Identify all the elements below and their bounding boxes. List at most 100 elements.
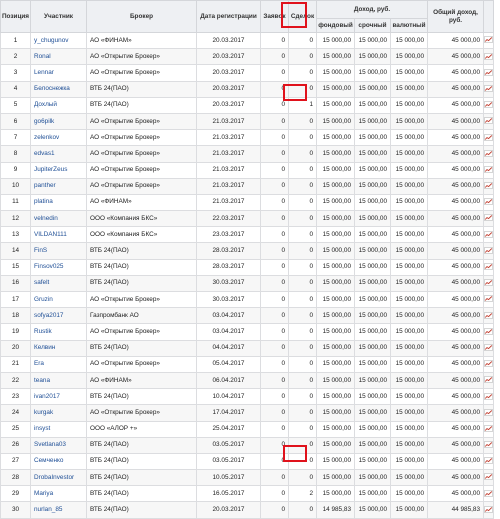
col-income-group: Доход, руб. xyxy=(315,0,429,19)
chart-icon[interactable] xyxy=(483,371,495,390)
col-stock[interactable]: фондовый xyxy=(316,18,355,33)
chart-icon[interactable] xyxy=(483,31,495,50)
chart-icon[interactable] xyxy=(483,161,495,179)
chart-icon[interactable] xyxy=(483,145,495,163)
cell-deals: 0 xyxy=(288,48,317,66)
participant-link[interactable]: Finsov025 xyxy=(30,258,87,276)
table-row: 24 kurgak АО «Открытие Брокер» 17.04.2017 0 0… xyxy=(0,404,495,422)
cell-orders: 0 xyxy=(260,129,289,147)
chart-icon[interactable] xyxy=(483,307,495,325)
cell-orders: 0 xyxy=(260,258,289,276)
chart-icon[interactable] xyxy=(483,274,495,293)
cell-orders: 0 xyxy=(260,404,289,422)
chart-icon[interactable] xyxy=(483,452,495,471)
chart-icon[interactable] xyxy=(483,48,495,66)
participant-link[interactable]: insyst xyxy=(30,420,87,438)
chart-icon[interactable] xyxy=(483,64,495,82)
participant-link[interactable]: Svetlana03 xyxy=(30,436,87,454)
participant-link[interactable]: y_chugunov xyxy=(30,31,87,50)
cell-reg-date: 03.05.2017 xyxy=(196,452,261,471)
participant-link[interactable]: panther xyxy=(30,177,87,195)
cell-total: 45 000,00 xyxy=(427,339,485,357)
col-orders[interactable]: Заявок xyxy=(260,0,289,33)
participant-link[interactable]: Gruzin xyxy=(30,290,87,309)
chart-icon[interactable] xyxy=(483,210,495,228)
chart-icon[interactable] xyxy=(483,355,495,373)
cell-futures: 15 000,00 xyxy=(354,129,391,147)
chart-icon[interactable] xyxy=(483,436,495,454)
cell-futures: 15 000,00 xyxy=(354,323,391,341)
chart-icon[interactable] xyxy=(483,258,495,276)
cell-total: 45 000,00 xyxy=(427,436,485,454)
chart-icon[interactable] xyxy=(483,485,495,503)
participant-link[interactable]: Белоснежка xyxy=(30,80,87,98)
col-currency[interactable]: валютный xyxy=(389,18,429,33)
participant-link[interactable]: Era xyxy=(30,355,87,373)
participant-link[interactable]: sofya2017 xyxy=(30,307,87,325)
chart-icon[interactable] xyxy=(483,420,495,438)
participant-link[interactable]: JupiterZeus xyxy=(30,161,87,179)
participant-link[interactable]: Дохлый xyxy=(30,96,87,114)
cell-deals: 0 xyxy=(288,307,317,325)
participant-link[interactable]: go6pilk xyxy=(30,112,87,131)
chart-icon[interactable] xyxy=(483,290,495,309)
cell-orders: 0 xyxy=(260,31,289,50)
cell-broker: ВТБ 24(ПАО) xyxy=(86,242,197,260)
participant-link[interactable]: Lennar xyxy=(30,64,87,82)
col-total[interactable]: Общий доход, руб. xyxy=(427,0,485,33)
participant-link[interactable]: Rustik xyxy=(30,323,87,341)
cell-position: 21 xyxy=(0,355,31,373)
participant-link[interactable]: Келвин xyxy=(30,339,87,357)
cell-broker: АО «Открытие Брокер» xyxy=(86,145,197,163)
chart-icon[interactable] xyxy=(483,323,495,341)
participant-link[interactable]: DrobaInvestor xyxy=(30,469,87,487)
chart-icon[interactable] xyxy=(483,96,495,114)
participant-link[interactable]: ivan2017 xyxy=(30,388,87,406)
cell-position: 11 xyxy=(0,193,31,212)
chart-icon[interactable] xyxy=(483,501,495,519)
col-position[interactable]: Позиция xyxy=(0,0,31,33)
participant-link[interactable]: platina xyxy=(30,193,87,212)
participant-link[interactable]: Mariya xyxy=(30,485,87,503)
cell-stock: 15 000,00 xyxy=(316,161,355,179)
chart-icon[interactable] xyxy=(483,177,495,195)
chart-icon[interactable] xyxy=(483,469,495,487)
col-deals[interactable]: Сделок xyxy=(288,0,317,33)
col-participant[interactable]: Участник xyxy=(30,0,87,33)
participant-link[interactable]: VILDAN111 xyxy=(30,226,87,244)
participant-link[interactable]: velnedin xyxy=(30,210,87,228)
participant-link[interactable]: kurgak xyxy=(30,404,87,422)
cell-orders: 0 xyxy=(260,64,289,82)
chart-icon[interactable] xyxy=(483,388,495,406)
participant-link[interactable]: Ronal xyxy=(30,48,87,66)
table-row: 11 platina АО «ФИНАМ» 21.03.2017 0 0 15 000,00… xyxy=(0,193,495,212)
chart-icon[interactable] xyxy=(483,242,495,260)
table-row: 4 Белоснежка ВТБ 24(ПАО) 20.03.2017 0 0 15 000… xyxy=(0,80,495,98)
cell-reg-date: 30.03.2017 xyxy=(196,274,261,293)
cell-broker: ВТБ 24(ПАО) xyxy=(86,96,197,114)
participant-link[interactable]: nurlan_85 xyxy=(30,501,87,519)
cell-position: 12 xyxy=(0,210,31,228)
cell-stock: 15 000,00 xyxy=(316,307,355,325)
participant-link[interactable]: Семченко xyxy=(30,452,87,471)
cell-broker: АО «Открытие Брокер» xyxy=(86,48,197,66)
chart-icon[interactable] xyxy=(483,193,495,212)
table-row: 27 Семченко ВТБ 24(ПАО) 03.05.2017 0 0 15 000,… xyxy=(0,452,495,471)
cell-total: 45 000,00 xyxy=(427,193,485,212)
participant-link[interactable]: zelenkov xyxy=(30,129,87,147)
participant-link[interactable]: FinS xyxy=(30,242,87,260)
chart-icon[interactable] xyxy=(483,80,495,98)
chart-icon[interactable] xyxy=(483,129,495,147)
chart-icon[interactable] xyxy=(483,226,495,244)
col-futures[interactable]: срочный xyxy=(354,18,391,33)
participant-link[interactable]: safelt xyxy=(30,274,87,293)
col-broker[interactable]: Брокер xyxy=(86,0,197,33)
chart-icon[interactable] xyxy=(483,339,495,357)
participant-link[interactable]: teana xyxy=(30,371,87,390)
chart-icon[interactable] xyxy=(483,112,495,131)
chart-icon[interactable] xyxy=(483,404,495,422)
cell-futures: 15 000,00 xyxy=(354,469,391,487)
cell-stock: 15 000,00 xyxy=(316,355,355,373)
col-reg-date[interactable]: Дата регистрации xyxy=(196,0,261,33)
participant-link[interactable]: edvas1 xyxy=(30,145,87,163)
